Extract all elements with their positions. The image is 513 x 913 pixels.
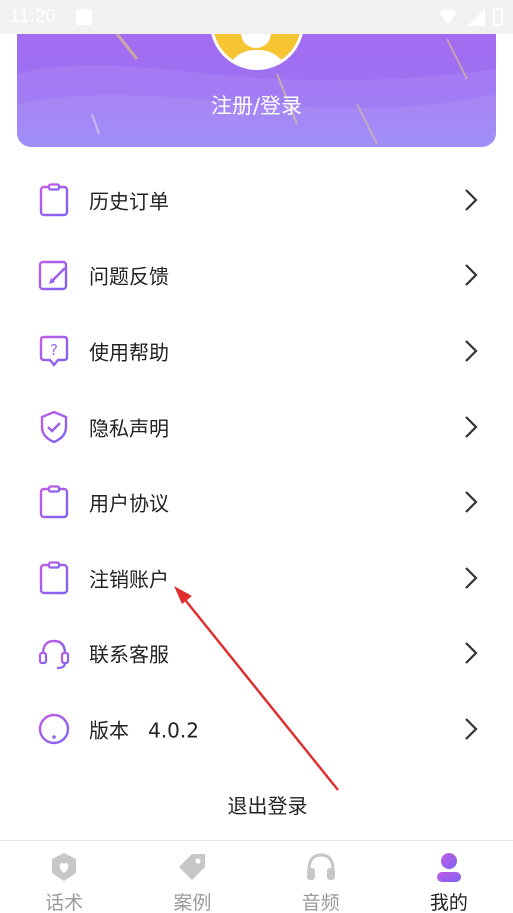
menu-item-label: 历史订单	[89, 189, 169, 214]
svg-text:?: ?	[50, 341, 58, 359]
menu-item-label: 用户协议	[89, 491, 169, 516]
tag-icon	[179, 854, 206, 880]
tab-label: 我的	[429, 892, 468, 913]
menu-item-help[interactable]: ? 使用帮助	[0, 313, 513, 389]
signal-icon	[467, 8, 485, 26]
clipboard-list-icon	[39, 485, 69, 519]
chevron-right-icon	[465, 340, 478, 362]
chevron-right-icon	[465, 566, 478, 589]
info-alert-icon	[38, 713, 70, 745]
profile-header[interactable]: 注册/登录	[17, 34, 496, 147]
menu-item-label: 版本 4.0.2	[89, 718, 199, 743]
shield-heart-icon	[52, 853, 77, 881]
chevron-right-icon	[465, 642, 478, 665]
headphones-icon	[306, 853, 335, 880]
tab-cases[interactable]: 案例	[128, 841, 256, 913]
menu-item-user-agreement[interactable]: 用户协议	[0, 464, 513, 540]
menu-item-version[interactable]: 版本 4.0.2	[0, 691, 513, 767]
status-icons	[437, 8, 503, 26]
menu-item-delete-account[interactable]: 注销账户	[0, 540, 513, 616]
clipboard-list-icon	[39, 561, 69, 594]
status-time: 11:20	[10, 6, 57, 26]
menu-item-order-history[interactable]: 历史订单	[0, 162, 513, 238]
menu-item-feedback[interactable]: 问题反馈	[0, 238, 513, 314]
chevron-right-icon	[465, 491, 478, 513]
tab-mine[interactable]: 我的	[385, 841, 513, 913]
chevron-right-icon	[465, 264, 478, 287]
headset-icon	[38, 640, 70, 670]
notification-icon	[76, 9, 92, 25]
chevron-right-icon	[465, 189, 478, 211]
tab-label: 音频	[301, 892, 340, 913]
logout-button[interactable]: 退出登录	[0, 790, 513, 819]
menu-item-label: 隐私声明	[89, 416, 169, 441]
avatar-head	[241, 34, 271, 48]
status-bar: 11:20	[0, 0, 513, 34]
tab-label: 话术	[45, 892, 84, 913]
shield-check-icon	[40, 410, 68, 443]
edit-icon	[38, 261, 68, 291]
login-register-link[interactable]: 注册/登录	[17, 90, 496, 120]
settings-menu: 历史订单 问题反馈 ? 使用帮助 隐私声明 用户协议 注销账户 联系客服 版本 …	[0, 162, 513, 767]
tab-label: 案例	[173, 892, 212, 913]
clipboard-list-icon	[39, 183, 69, 216]
help-chat-icon: ?	[39, 335, 69, 367]
chevron-right-icon	[465, 415, 478, 438]
bottom-tab-bar: 话术 案例 音频 我的	[0, 840, 513, 913]
wifi-icon	[437, 9, 459, 25]
menu-item-label: 注销账户	[89, 567, 169, 592]
battery-icon	[493, 8, 503, 26]
user-icon	[436, 853, 461, 882]
menu-item-privacy[interactable]: 隐私声明	[0, 389, 513, 465]
tab-audio[interactable]: 音频	[257, 841, 385, 913]
menu-item-customer-service[interactable]: 联系客服	[0, 616, 513, 692]
tab-scripts[interactable]: 话术	[0, 841, 128, 913]
chevron-right-icon	[465, 718, 478, 740]
menu-item-label: 问题反馈	[89, 264, 169, 289]
menu-item-label: 使用帮助	[89, 340, 169, 365]
menu-item-label: 联系客服	[89, 642, 169, 667]
